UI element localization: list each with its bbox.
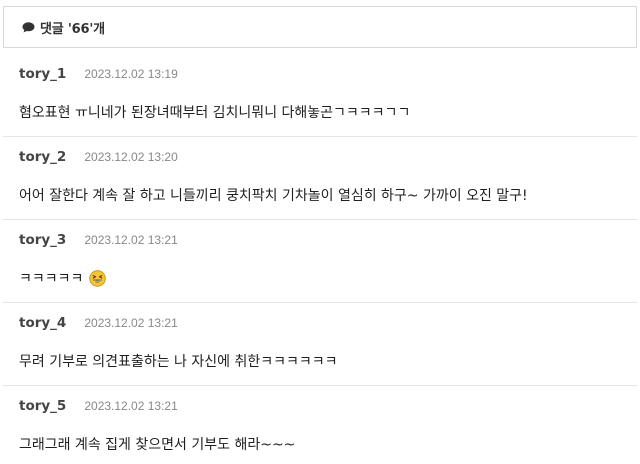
comment-date: 2023.12.02 13:19 — [84, 67, 178, 81]
comment-text-content: 혐오표현 ㅠ니네가 된장녀때부터 김치니뭐니 다해놓곤ㄱㅋㅋㅋㄱㄱ — [19, 105, 411, 121]
comment-item: tory_1 2023.12.02 13:19 혐오표현 ㅠ니네가 된장녀때부터… — [0, 66, 640, 122]
comment-text: 혐오표현 ㅠ니네가 된장녀때부터 김치니뭐니 다해놓곤ㄱㅋㅋㅋㄱㄱ — [19, 102, 640, 122]
comment-author[interactable]: tory_5 — [19, 398, 66, 414]
comment-text-content: 어어 잘한다 계속 잘 하고 니들끼리 쿵치팍치 기차놀이 열심히 하구~ 가까… — [19, 188, 528, 204]
grinning-squint-emoji-icon — [89, 269, 107, 287]
comment-meta: tory_3 2023.12.02 13:21 — [19, 232, 640, 252]
comments-header: 댓글 '66'개 — [3, 6, 637, 48]
comment-text: 그래그래 계속 집게 찾으면서 기부도 해라~~~ — [19, 434, 640, 454]
comments-count-title: 댓글 '66'개 — [40, 21, 105, 37]
comment-text-content: ㅋㅋㅋㅋㅋ — [19, 271, 84, 287]
comment-text-content: 그래그래 계속 집게 찾으면서 기부도 해라~~~ — [19, 437, 296, 453]
comment-date: 2023.12.02 13:21 — [84, 316, 178, 330]
comment-author[interactable]: tory_3 — [19, 232, 66, 248]
comment-divider — [3, 302, 637, 303]
comment-author[interactable]: tory_2 — [19, 149, 66, 165]
comment-divider — [3, 136, 637, 137]
comment-author[interactable]: tory_4 — [19, 315, 66, 331]
comment-text: 어어 잘한다 계속 잘 하고 니들끼리 쿵치팍치 기차놀이 열심히 하구~ 가까… — [19, 185, 640, 205]
comment-item: tory_2 2023.12.02 13:20 어어 잘한다 계속 잘 하고 니… — [0, 149, 640, 205]
comment-meta: tory_2 2023.12.02 13:20 — [19, 149, 640, 169]
comment-divider — [3, 385, 637, 386]
comment-author[interactable]: tory_1 — [19, 66, 66, 82]
comment-item: tory_4 2023.12.02 13:21 무려 기부로 의견표출하는 나 … — [0, 315, 640, 371]
comment-text-content: 무려 기부로 의견표출하는 나 자신에 취한ㅋㅋㅋㅋㅋㅋ — [19, 354, 338, 370]
comment-item: tory_3 2023.12.02 13:21 ㅋㅋㅋㅋㅋ — [0, 232, 640, 288]
comment-meta: tory_1 2023.12.02 13:19 — [19, 66, 640, 86]
comment-meta: tory_5 2023.12.02 13:21 — [19, 398, 640, 418]
comment-date: 2023.12.02 13:20 — [84, 150, 178, 164]
comment-meta: tory_4 2023.12.02 13:21 — [19, 315, 640, 335]
comment-text: ㅋㅋㅋㅋㅋ — [19, 268, 640, 288]
comment-divider — [3, 219, 637, 220]
comment-item: tory_5 2023.12.02 13:21 그래그래 계속 집게 찾으면서 … — [0, 398, 640, 454]
comment-date: 2023.12.02 13:21 — [84, 399, 178, 413]
comment-text: 무려 기부로 의견표출하는 나 자신에 취한ㅋㅋㅋㅋㅋㅋ — [19, 351, 640, 371]
comment-bubble-icon — [22, 21, 35, 32]
comment-date: 2023.12.02 13:21 — [84, 233, 178, 247]
comments-section: 댓글 '66'개 tory_1 2023.12.02 13:19 혐오표현 ㅠ니… — [0, 0, 640, 464]
